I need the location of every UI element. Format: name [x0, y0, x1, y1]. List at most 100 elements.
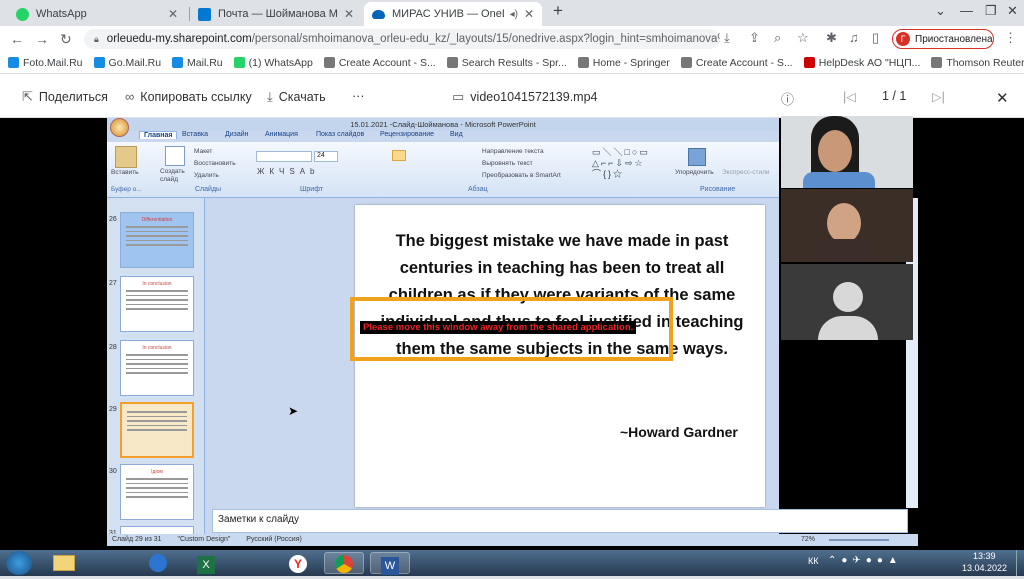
chrome-icon[interactable]: [324, 552, 364, 574]
forward-icon[interactable]: →: [35, 31, 49, 47]
bookmark-item[interactable]: HelpDesk АО "НЦП...: [803, 57, 920, 69]
close-viewer-icon[interactable]: ✕: [996, 89, 1009, 107]
pager: 1 / 1: [882, 89, 907, 103]
bullets-icon[interactable]: [392, 150, 406, 161]
delete-button[interactable]: Удалить: [194, 172, 219, 179]
mouse-cursor-icon: ➤: [288, 404, 299, 418]
font-size-field[interactable]: 24: [314, 151, 338, 162]
download-button[interactable]: ⤓ Скачать: [267, 89, 326, 105]
close-icon[interactable]: ✕: [168, 7, 178, 21]
bookmark-item[interactable]: Foto.Mail.Ru: [8, 57, 83, 69]
input-language[interactable]: КК: [808, 556, 819, 566]
menu-icon[interactable]: ⋮: [1004, 30, 1017, 46]
close-window-button[interactable]: ✕: [1007, 3, 1018, 19]
close-icon[interactable]: ✕: [344, 7, 354, 21]
participant-video-2[interactable]: [781, 189, 913, 262]
participant-video-1[interactable]: [781, 116, 913, 188]
slide-thumbnail[interactable]: Differentiation: [120, 212, 194, 268]
ribbon-tab[interactable]: Главная: [139, 131, 178, 139]
font-name-field[interactable]: [256, 151, 312, 162]
url-host: orleuedu-my.sharepoint.com: [106, 33, 252, 45]
smartart-button[interactable]: Преобразовать в SmartArt: [482, 172, 561, 179]
bookmark-item[interactable]: Create Account - S...: [323, 57, 436, 69]
tab-whatsapp[interactable]: WhatsApp ✕: [8, 2, 186, 26]
thumbnail-text-line: [126, 308, 188, 310]
arrange-icon[interactable]: [688, 148, 706, 166]
minimize-button[interactable]: —: [960, 3, 973, 18]
sidepanel-icon[interactable]: ▯: [872, 30, 879, 46]
share-icon[interactable]: ⇪: [749, 30, 760, 46]
zoom-icon[interactable]: ⌕: [774, 30, 781, 46]
paste-icon[interactable]: [115, 146, 137, 168]
word-icon[interactable]: W: [370, 552, 410, 575]
reload-icon[interactable]: ↻: [60, 31, 72, 48]
thumbnail-heading: Ідіом: [151, 469, 163, 475]
bookmark-favicon-icon: [8, 57, 19, 68]
ribbon-tab[interactable]: Дизайн: [225, 131, 249, 138]
ribbon-tab[interactable]: Вид: [450, 131, 463, 138]
copy-link-button[interactable]: ∞ Копировать ссылку: [125, 89, 252, 104]
tab-mail[interactable]: Почта — Шойманова Молдир Е ✕: [190, 2, 362, 26]
notes-pane[interactable]: Заметки к слайду: [212, 509, 908, 533]
info-icon[interactable]: ⓘ: [781, 89, 800, 108]
tray-icons[interactable]: ⌃●✈●●▲: [828, 555, 903, 566]
status-language: Русский (Россия): [246, 536, 302, 543]
ribbon-tab[interactable]: Анимация: [265, 131, 298, 138]
show-desktop-button[interactable]: [1016, 550, 1024, 576]
ribbon-tab[interactable]: Рецензирование: [380, 131, 434, 138]
tab-search-icon[interactable]: ⌄: [935, 3, 946, 19]
bookmark-item[interactable]: (1) WhatsApp: [233, 56, 313, 69]
text-direction-button[interactable]: Направление текста: [482, 148, 544, 155]
shapes-gallery[interactable]: ▭＼＼□○▭ △⌐⌐⇩⇨☆ ⌒{}☆: [592, 147, 668, 180]
ribbon-tab[interactable]: Показ слайдов: [316, 131, 364, 138]
bookmark-item[interactable]: Home - Springer: [577, 57, 670, 69]
extensions-icon[interactable]: ✱: [826, 30, 837, 46]
slide-thumbnail[interactable]: In conclusion: [120, 276, 194, 332]
media-player-icon[interactable]: [138, 552, 178, 574]
address-bar[interactable]: 🔒︎ orleuedu-my.sharepoint.com/personal/s…: [84, 29, 720, 49]
install-icon[interactable]: ⤓: [724, 30, 730, 46]
profile-button[interactable]: Г Приостановлена: [892, 29, 994, 49]
bookmark-label: (1) WhatsApp: [248, 56, 313, 69]
thumbnail-text-line: [127, 411, 187, 413]
slide-thumbnail[interactable]: Ідіом: [120, 464, 194, 520]
more-button[interactable]: ···: [352, 89, 365, 103]
bookmark-item[interactable]: Go.Mail.Ru: [93, 57, 161, 69]
bookmark-item[interactable]: Create Account - S...: [680, 57, 793, 69]
paragraph-group: Абзац: [468, 186, 488, 193]
office-button-icon[interactable]: [110, 118, 129, 137]
bookmark-item[interactable]: Thomson Reuters...: [931, 57, 1024, 69]
reset-button[interactable]: Восстановить: [194, 160, 236, 167]
media-icon[interactable]: ♫: [849, 30, 859, 45]
slide-thumbnail[interactable]: [120, 402, 194, 458]
explorer-icon[interactable]: [44, 552, 84, 574]
zoom-level: 72%: [801, 536, 816, 543]
tab-onedrive[interactable]: МИРАС УНИВ — OneDrive ◂) ✕: [364, 2, 542, 26]
speaker-icon[interactable]: ◂): [510, 9, 518, 20]
bookmark-star-icon[interactable]: ☆: [797, 30, 809, 46]
yandex-icon[interactable]: Y: [278, 552, 318, 574]
close-icon[interactable]: ✕: [524, 7, 534, 21]
font-format-buttons[interactable]: ЖКЧSAb: [257, 167, 320, 176]
prev-icon[interactable]: |◁: [843, 89, 856, 104]
start-button[interactable]: [6, 551, 32, 575]
maximize-button[interactable]: ❐: [985, 3, 997, 19]
participant-video-3[interactable]: [781, 264, 913, 340]
clipboard-group: Буфер о...: [111, 186, 142, 193]
zoom-slider[interactable]: [829, 539, 889, 541]
new-slide-icon[interactable]: [165, 146, 185, 166]
bookmark-item[interactable]: Search Results - Spr...: [446, 56, 567, 69]
slide-thumbnail[interactable]: In conclusion: [120, 340, 194, 396]
share-button[interactable]: ⇱ Поделиться: [22, 89, 108, 105]
new-tab-button[interactable]: +: [553, 1, 563, 21]
align-text-button[interactable]: Выровнять текст: [482, 160, 533, 167]
ribbon-tab[interactable]: Вставка: [182, 131, 208, 138]
avatar-placeholder-head: [833, 282, 863, 312]
next-icon[interactable]: ▷|: [932, 89, 945, 104]
layout-button[interactable]: Макет: [194, 148, 212, 155]
thumbnail-text-line: [126, 290, 188, 292]
bookmark-label: Search Results - Spr...: [461, 56, 567, 69]
bookmark-item[interactable]: Mail.Ru: [172, 57, 223, 69]
back-icon[interactable]: ←: [10, 31, 24, 47]
excel-icon[interactable]: X: [186, 552, 226, 574]
